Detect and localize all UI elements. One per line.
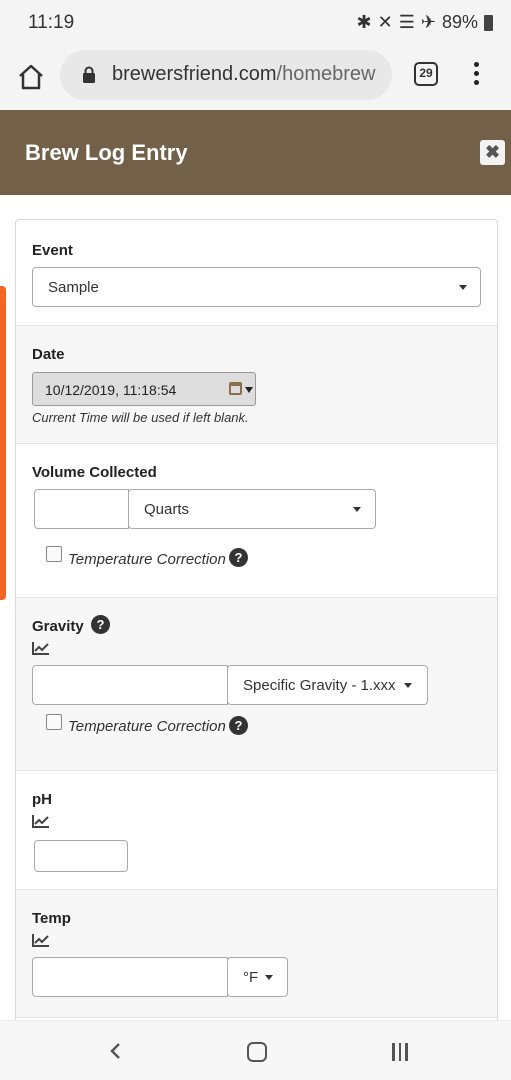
battery-percent: 89% bbox=[441, 12, 478, 32]
volume-unit-select[interactable]: Quarts bbox=[128, 489, 376, 529]
volume-unit-value: Quarts bbox=[144, 501, 190, 518]
browser-toolbar: brewersfriend.com/homebrew 29 bbox=[0, 46, 511, 110]
bluetooth-icon: ✱ bbox=[356, 12, 372, 32]
gravity-label: Gravity bbox=[32, 618, 84, 635]
gravity-unit-value: Specific Gravity - 1.xxx bbox=[243, 677, 396, 694]
chevron-down-icon bbox=[459, 285, 467, 290]
dialog-title: Brew Log Entry bbox=[25, 140, 188, 165]
dialog-header: Brew Log Entry ✖ bbox=[0, 110, 511, 195]
gravity-temp-correction-checkbox[interactable] bbox=[46, 714, 62, 730]
date-section: Date 10/12/2019, 11:18:54 Current Time w… bbox=[16, 326, 497, 444]
event-section: Event Sample bbox=[16, 220, 497, 326]
kebab-dot-icon bbox=[473, 62, 479, 67]
ph-input[interactable] bbox=[34, 840, 128, 872]
date-input[interactable]: 10/12/2019, 11:18:54 bbox=[32, 372, 256, 406]
date-value: 10/12/2019, 11:18:54 bbox=[45, 382, 177, 398]
event-value: Sample bbox=[48, 279, 99, 296]
volume-temp-correction-label: Temperature Correction bbox=[68, 551, 226, 568]
ph-label: pH bbox=[32, 791, 52, 808]
brew-log-form: Event Sample Date 10/12/2019, 11:18:54 C… bbox=[15, 219, 498, 1029]
chart-icon[interactable] bbox=[32, 641, 50, 655]
kebab-dot-icon bbox=[473, 71, 479, 76]
chevron-down-icon bbox=[245, 387, 253, 393]
date-hint: Current Time will be used if left blank. bbox=[32, 410, 249, 425]
close-button[interactable]: ✖ bbox=[480, 140, 505, 165]
event-label: Event bbox=[32, 242, 73, 259]
chevron-down-icon bbox=[404, 683, 412, 688]
volume-input[interactable] bbox=[34, 489, 129, 529]
home-button[interactable] bbox=[14, 60, 48, 94]
browser-menu-button[interactable] bbox=[466, 62, 486, 90]
gravity-input[interactable] bbox=[32, 665, 228, 705]
temp-unit-value: °F bbox=[243, 969, 259, 986]
volume-temp-correction-checkbox[interactable] bbox=[46, 546, 62, 562]
help-icon[interactable]: ? bbox=[91, 615, 110, 634]
event-select[interactable]: Sample bbox=[32, 267, 481, 307]
tab-switcher-button[interactable]: 29 bbox=[414, 62, 438, 86]
back-icon[interactable] bbox=[108, 1042, 124, 1060]
calendar-icon[interactable] bbox=[229, 382, 242, 395]
system-nav-bar bbox=[0, 1020, 511, 1080]
home-nav-icon[interactable] bbox=[247, 1042, 267, 1062]
ph-section: pH bbox=[16, 771, 497, 890]
status-bar: 11:19 ✱ ✕ ☰ ✈ 89% bbox=[0, 0, 511, 46]
chart-icon[interactable] bbox=[32, 933, 50, 947]
help-icon[interactable]: ? bbox=[229, 716, 248, 735]
recent-apps-icon[interactable] bbox=[392, 1043, 412, 1061]
url-domain: brewersfriend.com bbox=[112, 63, 277, 85]
volume-section: Volume Collected Quarts Temperature Corr… bbox=[16, 444, 497, 598]
kebab-dot-icon bbox=[473, 80, 479, 85]
airplane-icon: ✈ bbox=[420, 12, 436, 32]
temp-input[interactable] bbox=[32, 957, 228, 997]
temp-section: Temp °F bbox=[16, 890, 497, 1018]
temp-unit-select[interactable]: °F bbox=[227, 957, 288, 997]
url-path: /homebrew bbox=[276, 63, 376, 85]
battery-icon bbox=[484, 14, 493, 31]
url-text: brewersfriend.com/homebrew bbox=[112, 63, 387, 86]
volume-label: Volume Collected bbox=[32, 464, 157, 481]
side-feedback-tab[interactable] bbox=[0, 286, 6, 600]
home-icon bbox=[19, 64, 43, 90]
chart-icon[interactable] bbox=[32, 814, 50, 828]
address-bar[interactable]: brewersfriend.com/homebrew bbox=[60, 50, 392, 100]
status-icons: ✱ ✕ ☰ ✈ 89% bbox=[357, 12, 493, 33]
chevron-down-icon bbox=[265, 975, 273, 980]
status-time: 11:19 bbox=[28, 12, 75, 33]
gravity-temp-correction-label: Temperature Correction bbox=[68, 718, 226, 735]
gravity-section: Gravity ? Specific Gravity - 1.xxx Tempe… bbox=[16, 598, 497, 771]
gravity-unit-select[interactable]: Specific Gravity - 1.xxx bbox=[227, 665, 428, 705]
help-icon[interactable]: ? bbox=[229, 548, 248, 567]
date-label: Date bbox=[32, 346, 65, 363]
chevron-down-icon bbox=[353, 507, 361, 512]
temp-label: Temp bbox=[32, 910, 71, 927]
mute-icon: ✕ bbox=[377, 12, 393, 32]
wifi-icon: ☰ bbox=[398, 12, 415, 32]
lock-icon bbox=[83, 66, 95, 83]
